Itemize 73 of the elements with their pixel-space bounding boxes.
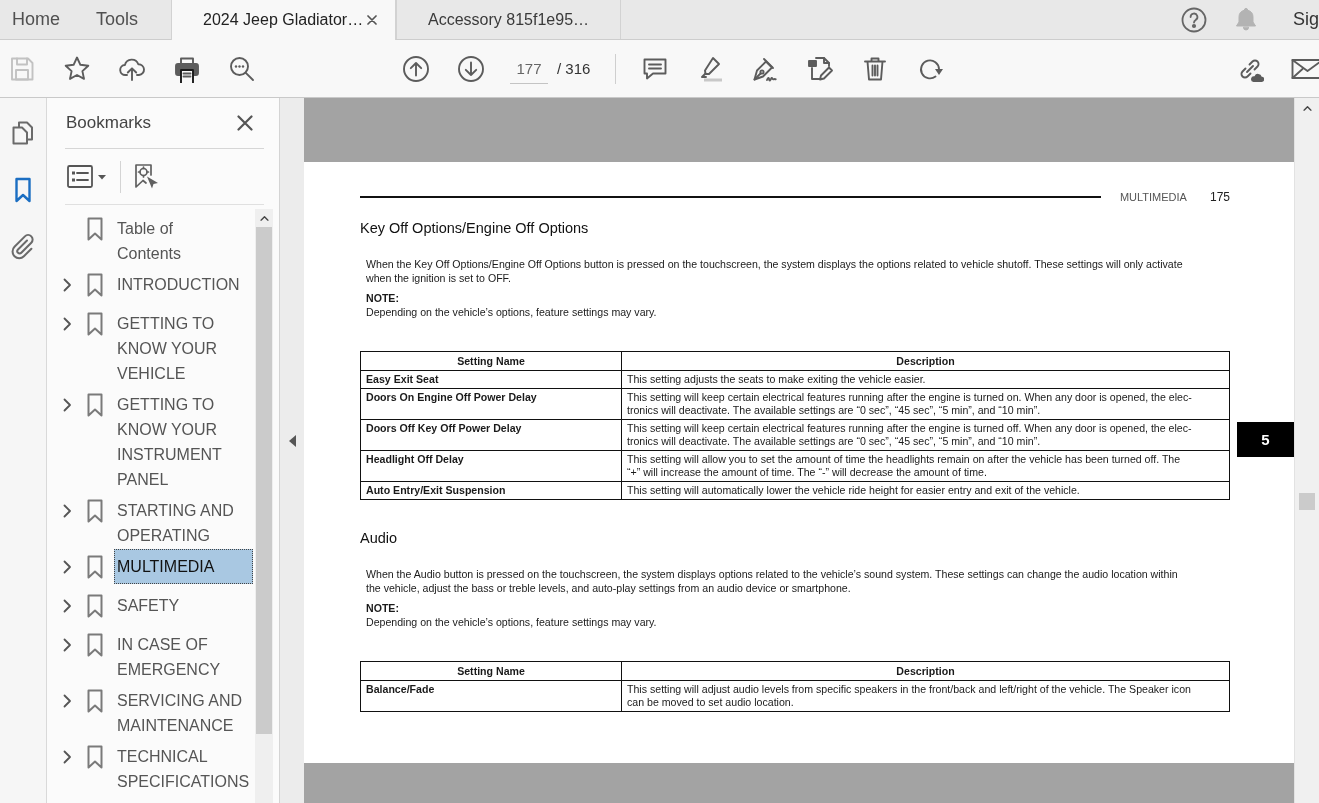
chevron-icon[interactable] [63,637,72,652]
table-cell: Doors On Engine Off Power Delay [360,388,622,420]
bookmark-item[interactable]: SAFETY [114,588,253,623]
bookmark-icon [87,311,103,336]
note-label: NOTE: [365,292,400,305]
column-header: Setting Name [360,351,622,371]
chevron-icon[interactable] [63,397,72,412]
scroll-up-icon[interactable] [1302,105,1312,111]
body-paragraph: When the Key Off Options/Engine Off Options button is pressed on the touchscreen, the system displays the options related to vehicle shutoff. These settings will only activate when the ignition is set to OFF. [365,257,1184,285]
running-header: MULTIMEDIA [1119,191,1187,203]
document-pencil-icon[interactable] [806,54,835,83]
table-cell: Balance/Fade [360,680,622,712]
note-text: Depending on the vehicle’s options, feature settings may vary. [365,615,658,629]
page-number: 175 [1209,190,1230,204]
table-cell: Doors Off Key Off Power Delay [360,419,622,451]
column-header: Setting Name [360,661,622,681]
table-cell: Auto Entry/Exit Suspension [360,481,622,500]
pages-icon[interactable] [10,120,36,146]
page-count: / 316 [557,60,591,77]
collapse-arrow-icon[interactable] [288,434,296,447]
close-icon[interactable] [237,115,253,131]
bookmark-icon [87,216,103,241]
close-icon[interactable] [367,15,378,25]
note-label: NOTE: [365,602,400,615]
scroll-up-icon[interactable] [259,215,269,221]
bookmark-icon [87,688,103,713]
table-cell: Easy Exit Seat [360,370,622,389]
nav-tab[interactable]: Tools [85,0,172,39]
column-header: Description [621,351,1230,371]
bookmark-icon [87,392,103,417]
body-paragraph: When the Audio button is pressed on the touchscreen, the system displays options related to the vehicle’s sound system. These settings can change the audio location within the vehicle, adjust the bass or treble levels, and auto-play settings from an audio device or smartphone. [365,567,1179,595]
chevron-icon[interactable] [63,277,72,292]
scrollbar-thumb[interactable] [256,227,272,734]
table-cell: This setting adjusts the seats to make exiting the vehicle easier. [621,370,1230,389]
chevron-icon[interactable] [63,749,72,764]
chevron-icon[interactable] [63,503,72,518]
page-number-field[interactable]: 177 [510,53,548,84]
chevron-icon[interactable] [63,598,72,613]
list-options-icon[interactable] [67,163,107,190]
bookmark-icon [87,498,103,523]
table-cell: This setting will keep certain electrical features running after the engine is turned off. When any door is opened, the elec- tronics will deactivate. The available settings are “0 sec”, “45 sec”, “5 min”, and “10 min”. [621,419,1230,451]
table-cell: This setting will allow you to set the amount of time the headlights remain on after the vehicle has been turned off. The “+” will increase the amount of time. The “-” will decrease the amount of time. [621,450,1230,482]
scrollbar[interactable] [255,209,273,803]
document-tab[interactable]: Accessory 815f1e95… [396,0,622,39]
scrollbar-thumb[interactable] [1299,493,1315,510]
bookmark-icon [87,744,103,769]
chevron-icon[interactable] [63,316,72,331]
note-text: Depending on the vehicle’s options, feature settings may vary. [365,305,658,319]
bookmark-icon [87,593,103,618]
chapter-marker: 5 [1237,422,1294,457]
table-cell: This setting will adjust audio levels from specific speakers in the front/back and left/right of the vehicle. The Speaker icon can be moved to set audio location. [621,680,1230,712]
chevron-icon[interactable] [63,693,72,708]
account-link[interactable]: Sig [1293,9,1319,30]
column-header: Description [621,661,1230,681]
chevron-icon[interactable] [63,559,72,574]
table-cell: This setting will keep certain electrical features running after the engine is turned on. When any door is opened, the elec- tronics will deactivate. The available settings are “0 sec”, “45 sec”, “5 min”, and “10 min”. [621,388,1230,420]
section-heading: Key Off Options/Engine Off Options [360,219,590,237]
bookmark-icon [87,272,103,297]
search-icon[interactable] [228,54,256,83]
bookmark-item[interactable]: MULTIMEDIA [114,549,253,584]
table-cell: This setting will automatically lower the vehicle ride height for easier entry and exit of the vehicle. [621,481,1230,500]
bookmark-icon [87,554,103,579]
paperclip-icon[interactable] [10,234,36,260]
bookmark-cursor-icon[interactable] [132,162,160,191]
table-cell: Headlight Off Delay [360,450,622,482]
help-icon[interactable] [1181,6,1207,33]
section-heading: Audio [360,529,399,547]
document-tab[interactable]: 2024 Jeep Gladiator… [171,0,397,40]
panel-title: Bookmarks [66,113,152,133]
nav-tab[interactable]: Home [0,0,85,39]
star-icon[interactable] [63,54,91,83]
scrollbar[interactable] [1294,98,1319,803]
bookmark-icon [87,632,103,657]
